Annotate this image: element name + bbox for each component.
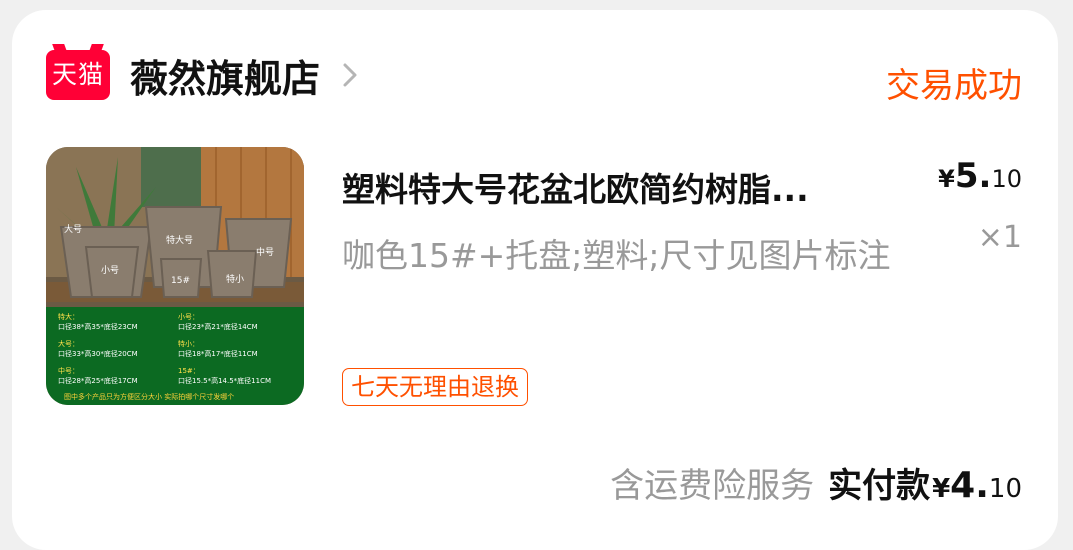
product-thumbnail[interactable]: 大号 特大号 中号 小号 15# 特小 特大： 口径38*高35*底径23CM … [46,147,304,405]
image-label-medium: 中号 [256,246,274,258]
paid-decimal: 10 [988,474,1022,504]
product-spec: 咖色15#+托盘;塑料;尺寸见图片标注 [342,236,891,275]
tmall-logo: 天猫 [46,50,110,100]
product-image: 大号 特大号 中号 小号 15# 特小 特大： 口径38*高35*底径23CM … [46,147,304,405]
image-label-15: 15# [171,276,190,286]
size-name-3: 中号： [58,366,79,375]
image-label-xs: 特小 [226,273,244,285]
size-name-5: 特小： [178,339,199,348]
price-currency: ¥ [938,165,955,193]
size-dims-4: 口径23*高21*底径14CM [178,322,258,331]
size-dims-5: 口径18*高17*底径11CM [178,349,258,358]
size-dims-2: 口径33*高30*底径20CM [58,349,138,358]
paid-amount: ¥4.10 [932,465,1022,506]
order-card: 天猫 薇然旗舰店 交易成功 大号 特大号 中号 小号 15# 特小 特大： 口径… [12,10,1058,550]
price-integer: 5. [954,156,992,196]
image-footnote: 图中多个产品只为方便区分大小 实际拍哪个尺寸发哪个 [64,392,234,401]
order-status: 交易成功 [886,66,1022,106]
chevron-right-icon[interactable] [336,61,364,89]
size-name-4: 小号： [178,312,199,321]
product-title[interactable]: 塑料特大号花盆北欧简约树脂... [342,163,912,211]
price-decimal: 10 [991,165,1022,193]
size-name-6: 15#： [178,367,200,375]
size-name-2: 大号： [58,339,79,348]
size-dims-3: 口径28*高25*底径17CM [58,376,138,385]
paid-integer: 4. [950,465,989,506]
shop-name[interactable]: 薇然旗舰店 [130,48,320,103]
size-dims-6: 口径15.5*高14.5*底径11CM [178,376,271,385]
insurance-text: 含运费险服务 [610,466,815,506]
paid-label: 实付款 [828,466,931,506]
image-label-big: 大号 [64,223,82,235]
size-dims-1: 口径38*高35*底径23CM [58,322,138,331]
product-quantity: ×1 [977,220,1022,255]
size-name-1: 特大： [58,312,79,321]
product-price: ¥5.10 [938,156,1022,196]
paid-currency: ¥ [932,474,951,504]
shop-header[interactable]: 天猫 薇然旗舰店 [46,48,364,103]
return-policy-badge: 七天无理由退换 [342,368,528,406]
image-label-xl: 特大号 [166,234,193,246]
image-label-small: 小号 [101,265,119,276]
order-total: 含运费险服务 实付款 ¥4.10 [610,458,1022,507]
